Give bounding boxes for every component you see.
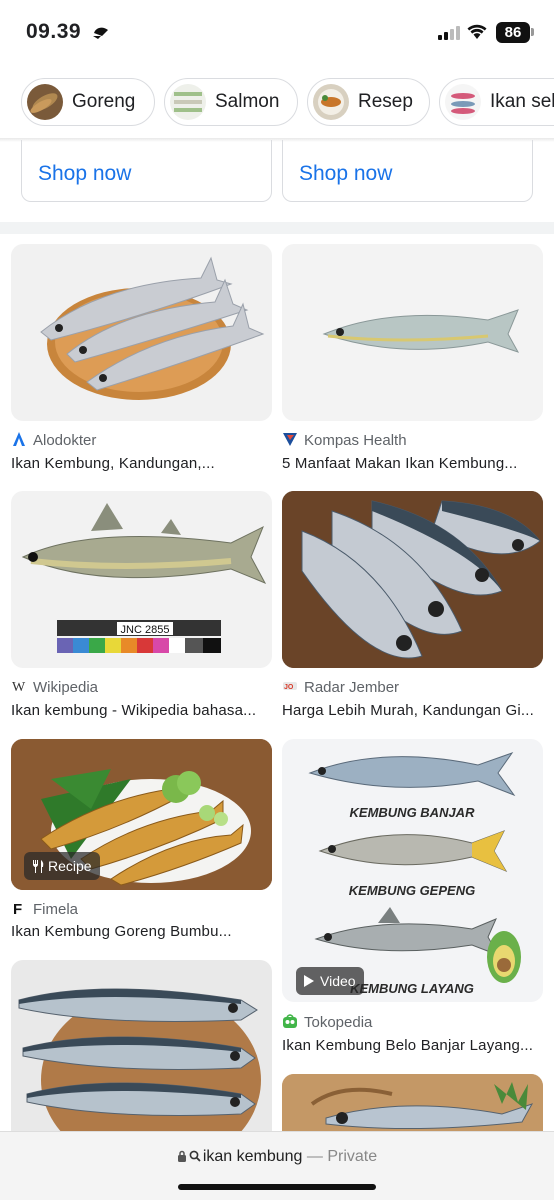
result-source[interactable]: Alodokter	[11, 431, 96, 449]
focus-mode-icon	[92, 24, 110, 45]
battery-indicator: 86	[496, 22, 530, 43]
image-result[interactable]: JNC 2855 W Wikipedia Ikan kembung - Wikip…	[11, 491, 272, 721]
result-image[interactable]: Recipe	[11, 739, 272, 890]
chip-salmon[interactable]: Salmon	[164, 78, 298, 126]
image-result[interactable]: JO Radar Jember Harga Lebih Murah, Kandun…	[282, 491, 543, 721]
image-result[interactable]	[282, 1074, 543, 1131]
home-indicator[interactable]	[178, 1184, 376, 1190]
ruler-label: JNC 2855	[121, 624, 170, 636]
result-source[interactable]: F Fimela	[11, 900, 78, 918]
search-icon	[189, 1150, 201, 1162]
browser-address-bar[interactable]: ikan kembung — Private	[0, 1131, 554, 1200]
svg-text:JO: JO	[284, 684, 294, 691]
section-divider	[0, 222, 554, 234]
result-title[interactable]: Ikan Kembung, Kandungan,...	[11, 455, 273, 472]
shopping-card-right[interactable]: Shop now	[282, 140, 533, 202]
alodokter-logo-icon	[11, 431, 27, 447]
result-title[interactable]: Ikan kembung - Wikipedia bahasa...	[11, 702, 273, 719]
result-title[interactable]: Harga Lebih Murah, Kandungan Gi...	[282, 702, 544, 719]
result-source[interactable]: JO Radar Jember	[282, 678, 399, 696]
status-time: 09.39	[26, 20, 82, 43]
chip-thumbnail	[445, 84, 481, 120]
shop-now-button[interactable]: Shop now	[299, 162, 392, 186]
chip-label: Resep	[358, 91, 413, 112]
chip-label: Ikan sel	[490, 91, 554, 112]
chip-ikan-sel[interactable]: Ikan sel	[439, 78, 554, 126]
image-result[interactable]: Kompas Health 5 Manfaat Makan Ikan Kembu…	[282, 244, 543, 474]
result-image[interactable]	[282, 244, 543, 421]
wifi-icon	[466, 22, 488, 45]
chip-goreng[interactable]: Goreng	[21, 78, 155, 126]
kompas-logo-icon	[282, 431, 298, 447]
play-icon	[304, 975, 314, 987]
search-query: ikan kembung	[202, 1148, 303, 1165]
kembung-layang-label: KEMBUNG LAYANG	[350, 981, 474, 996]
kembung-gepeng-label: KEMBUNG GEPENG	[349, 883, 475, 898]
fork-knife-icon	[33, 860, 44, 873]
recipe-badge: Recipe	[24, 852, 100, 880]
result-source[interactable]: Tokopedia	[282, 1013, 372, 1031]
radar-logo-icon: JO	[282, 678, 298, 694]
chip-thumbnail	[313, 84, 349, 120]
image-result[interactable]: Alodokter Ikan Kembung, Kandungan,...	[11, 244, 272, 474]
result-image[interactable]	[282, 1074, 543, 1131]
chip-label: Goreng	[72, 91, 136, 112]
private-mode-label: — Private	[306, 1148, 378, 1165]
image-result[interactable]: KEMBUNG BANJAR KEMBUNG GEPENG KEMBUNG LA…	[282, 739, 543, 1059]
result-title[interactable]: 5 Manfaat Makan Ikan Kembung...	[282, 455, 544, 472]
result-title[interactable]: Ikan Kembung Belo Banjar Layang...	[282, 1037, 544, 1054]
result-image[interactable]	[11, 244, 272, 421]
address-field[interactable]: ikan kembung — Private	[0, 1148, 554, 1166]
related-search-chips: Goreng Salmon Resep Ikan sel	[0, 74, 554, 130]
chip-thumbnail	[27, 84, 63, 120]
chip-resep[interactable]: Resep	[307, 78, 430, 126]
result-source[interactable]: W Wikipedia	[11, 678, 98, 696]
video-badge: Video	[296, 967, 364, 995]
fimela-logo-icon: F	[11, 900, 27, 918]
result-image[interactable]	[282, 491, 543, 668]
cellular-signal-icon	[438, 26, 460, 45]
status-bar: 09.39 86	[0, 0, 554, 64]
tokopedia-logo-icon	[282, 1013, 298, 1029]
result-image[interactable]: KEMBUNG BANJAR KEMBUNG GEPENG KEMBUNG LA…	[282, 739, 543, 1002]
result-image[interactable]	[11, 960, 272, 1160]
shop-now-button[interactable]: Shop now	[38, 162, 131, 186]
image-result[interactable]	[11, 960, 272, 1160]
chip-thumbnail	[170, 84, 206, 120]
svg-text:F: F	[13, 901, 22, 916]
result-image[interactable]: JNC 2855	[11, 491, 272, 668]
result-source[interactable]: Kompas Health	[282, 431, 407, 449]
result-title[interactable]: Ikan Kembung Goreng Bumbu...	[11, 923, 273, 940]
battery-tip	[531, 28, 534, 36]
kembung-banjar-label: KEMBUNG BANJAR	[350, 805, 476, 820]
lock-icon	[177, 1150, 186, 1162]
shopping-card-left[interactable]: Shop now	[21, 140, 272, 202]
wikipedia-logo-icon: W	[11, 678, 27, 695]
image-result[interactable]: Recipe F Fimela Ikan Kembung Goreng Bumbu…	[11, 739, 272, 949]
chip-label: Salmon	[215, 91, 280, 112]
svg-text:W: W	[12, 680, 26, 694]
